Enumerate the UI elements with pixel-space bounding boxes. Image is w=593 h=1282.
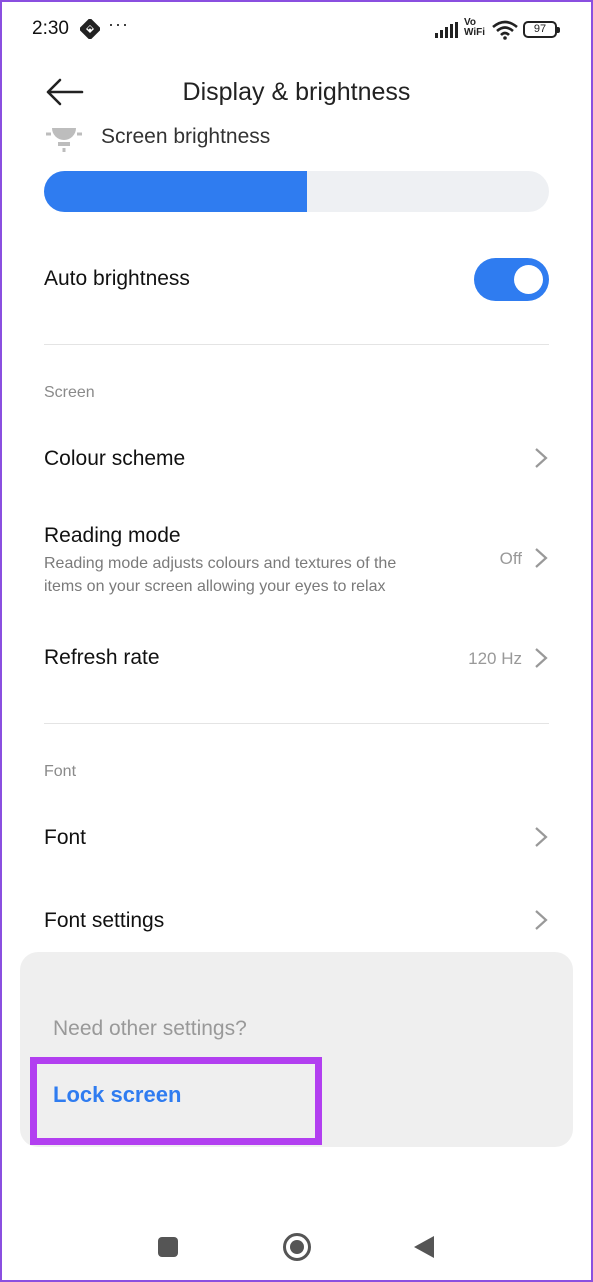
page-title: Display & brightness bbox=[0, 78, 593, 107]
auto-brightness-label: Auto brightness bbox=[44, 267, 190, 290]
reading-mode-value: Off bbox=[499, 549, 522, 568]
screen-brightness-label: Screen brightness bbox=[101, 125, 271, 148]
refresh-rate-value: 120 Hz bbox=[468, 649, 522, 668]
reading-mode-description-line1: Reading mode adjusts colours and texture… bbox=[44, 555, 397, 572]
home-icon[interactable] bbox=[283, 1233, 311, 1261]
auto-brightness-toggle[interactable] bbox=[474, 258, 549, 301]
brightness-sun-icon bbox=[46, 128, 82, 152]
section-label-screen: Screen bbox=[44, 384, 95, 401]
brightness-slider[interactable] bbox=[44, 171, 549, 212]
divider bbox=[44, 723, 549, 724]
vowifi-icon: Vo WiFi bbox=[464, 18, 485, 38]
signal-icon bbox=[435, 22, 458, 38]
font-title: Font bbox=[44, 826, 87, 849]
chevron-right-icon bbox=[535, 548, 548, 568]
page-title-text: Display & brightness bbox=[182, 78, 411, 106]
battery-indicator: 97 bbox=[523, 21, 560, 38]
reading-mode-description: Reading mode adjusts colours and texture… bbox=[44, 552, 464, 598]
reading-mode-description-line2: items on your screen allowing your eyes … bbox=[44, 578, 386, 595]
lock-screen-link[interactable]: Lock screen bbox=[53, 1082, 181, 1108]
brightness-slider-fill bbox=[44, 171, 307, 212]
more-notifications-icon: ··· bbox=[108, 14, 129, 34]
toggle-knob bbox=[514, 265, 543, 294]
section-label-font: Font bbox=[44, 763, 77, 780]
divider bbox=[44, 344, 549, 345]
chevron-right-icon bbox=[535, 648, 548, 668]
vowifi-bottom-text: WiFi bbox=[464, 27, 486, 38]
chevron-right-icon bbox=[535, 448, 548, 468]
colour-scheme-title: Colour scheme bbox=[44, 447, 186, 470]
back-icon[interactable] bbox=[414, 1236, 434, 1258]
other-settings-hint: Need other settings? bbox=[53, 1017, 247, 1040]
notification-app-icon bbox=[80, 19, 100, 39]
wifi-icon bbox=[492, 20, 518, 40]
font-settings-title: Font settings bbox=[44, 909, 165, 932]
chevron-right-icon bbox=[535, 910, 548, 930]
chevron-right-icon bbox=[535, 827, 548, 847]
reading-mode-title: Reading mode bbox=[44, 524, 181, 547]
refresh-rate-title: Refresh rate bbox=[44, 646, 160, 669]
status-bar: 2:30 ··· Vo WiFi 97 bbox=[0, 0, 593, 62]
status-time: 2:30 bbox=[32, 18, 69, 39]
recent-apps-icon[interactable] bbox=[158, 1237, 178, 1257]
